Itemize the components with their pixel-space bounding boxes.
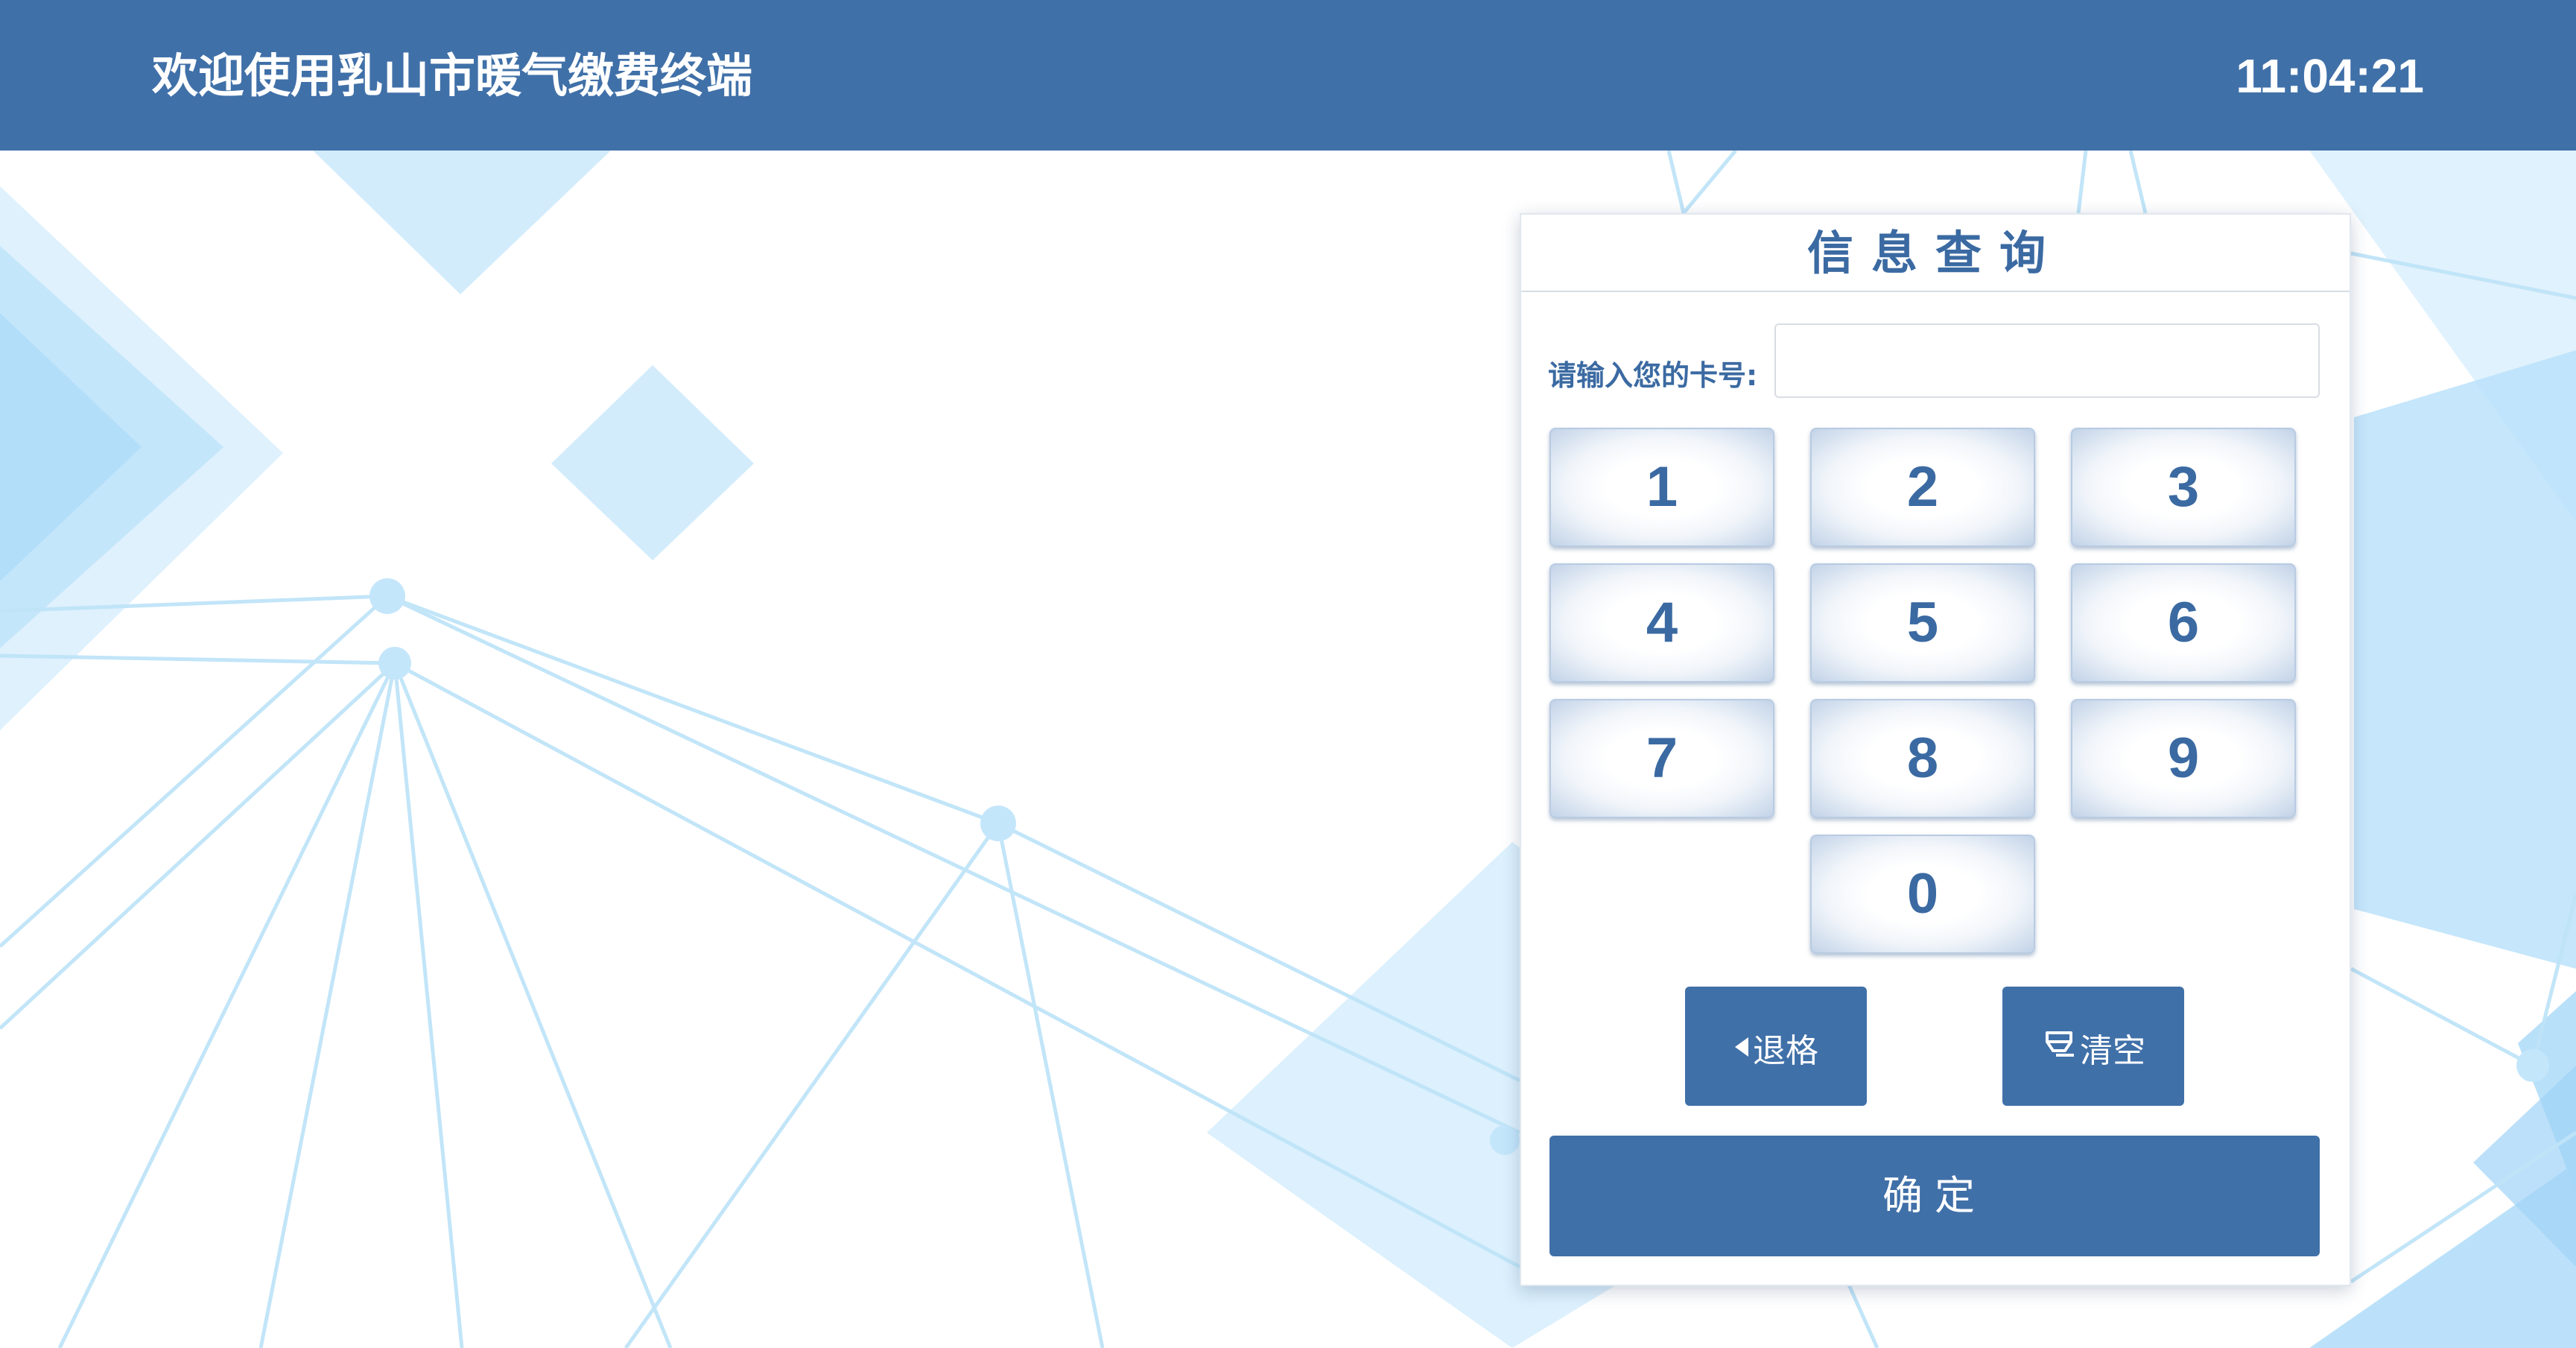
key-7[interactable]: 7 xyxy=(1549,699,1774,818)
key-8[interactable]: 8 xyxy=(1810,699,2035,818)
kiosk-screen: 欢迎使用乳山市暖气缴费终端 11:04:21 信息查询 请输入您的卡号: 1 2… xyxy=(0,0,2576,1348)
panel-title: 信息查询 xyxy=(1806,226,2063,280)
clear-label: 清空 xyxy=(2080,1032,2145,1070)
app-title: 欢迎使用乳山市暖气缴费终端 xyxy=(152,48,753,103)
panel-divider xyxy=(1521,291,2350,292)
key-3[interactable]: 3 xyxy=(2071,428,2296,547)
key-1[interactable]: 1 xyxy=(1549,428,1774,547)
card-number-label: 请输入您的卡号: xyxy=(1548,359,1758,392)
key-6[interactable]: 6 xyxy=(2071,563,2296,683)
card-number-input[interactable] xyxy=(1774,323,2320,398)
key-9[interactable]: 9 xyxy=(2071,699,2296,818)
eraser-icon xyxy=(2041,988,2077,1107)
header-bar: 欢迎使用乳山市暖气缴费终端 11:04:21 xyxy=(0,0,2576,151)
key-4[interactable]: 4 xyxy=(1549,563,1774,683)
clear-button[interactable]: 清空 xyxy=(2002,987,2184,1106)
clock: 11:04:21 xyxy=(2236,49,2424,103)
backspace-button[interactable]: 退格 xyxy=(1685,987,1867,1106)
key-2[interactable]: 2 xyxy=(1810,428,2035,547)
key-5[interactable]: 5 xyxy=(1810,563,2035,683)
backspace-label: 退格 xyxy=(1753,1032,1818,1070)
caret-left-icon xyxy=(1733,988,1750,1107)
key-0[interactable]: 0 xyxy=(1810,835,2035,954)
info-query-panel: 信息查询 请输入您的卡号: 1 2 3 4 5 6 7 8 9 0 退格 清空 … xyxy=(1520,213,2351,1286)
confirm-button[interactable]: 确定 xyxy=(1549,1136,2320,1256)
